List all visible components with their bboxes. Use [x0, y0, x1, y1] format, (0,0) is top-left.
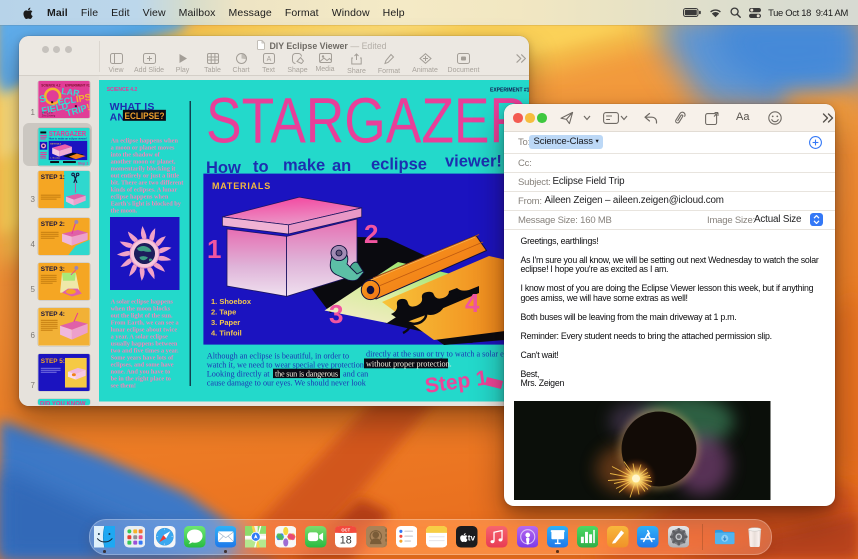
svg-text:An eclipse happens when: An eclipse happens when a moon or planet… — [111, 138, 185, 215]
svg-text:1. Shoebox: 1. Shoebox — [50, 158, 60, 160]
svg-text:2. Tape: 2. Tape — [211, 308, 236, 317]
svg-text:AN: AN — [110, 111, 126, 123]
svg-text:Looking directly at: Looking directly at — [207, 370, 270, 379]
svg-text:Zina Zeiweig: Zina Zeiweig — [42, 114, 56, 117]
svg-text:A: A — [266, 56, 271, 63]
svg-text:1. Shoebox: 1. Shoebox — [211, 297, 252, 306]
svg-text:watch it, we need to wear spec: watch it, we need to wear special eye pr… — [207, 361, 366, 370]
svg-text:DID YOU KNOW: DID YOU KNOW — [40, 402, 86, 406]
svg-text:directly at the sun or try to: directly at the sun or try to watch a so… — [366, 350, 516, 359]
svg-text:STEP 1:: STEP 1: — [41, 173, 65, 180]
svg-text:cause damage to our eyes. We s: cause damage to our eyes. We should neve… — [207, 379, 367, 388]
svg-text:A solar eclipse happens: A solar eclipse happens when the moon bl… — [111, 299, 181, 390]
svg-text:MATERIALS: MATERIALS — [212, 181, 271, 191]
svg-text:tv: tv — [468, 532, 476, 542]
svg-text:ECLIPSE?: ECLIPSE? — [125, 111, 165, 122]
svg-text:OCT: OCT — [342, 527, 351, 532]
svg-text:4: 4 — [465, 288, 480, 318]
svg-text:SCIENCE 4.2: SCIENCE 4.2 — [41, 83, 60, 87]
svg-text:MATERIALS: MATERIALS — [50, 142, 62, 145]
svg-text:STEP 3:: STEP 3: — [41, 265, 65, 272]
svg-text:Step 1: Step 1 — [78, 161, 88, 165]
svg-text:STEP 2:: STEP 2: — [41, 220, 65, 227]
svg-text:3: 3 — [329, 299, 343, 329]
svg-text:2: 2 — [364, 219, 378, 249]
svg-text:the sun is dangerous: the sun is dangerous — [275, 370, 338, 379]
svg-text:STEP 5:: STEP 5: — [41, 357, 65, 364]
svg-text:How to make an eclipse viewer!: How to make an eclipse viewer! — [49, 136, 87, 140]
svg-text:SCIENCE 4.2: SCIENCE 4.2 — [107, 87, 138, 93]
svg-text:STEP 4:: STEP 4: — [41, 311, 65, 318]
svg-text:18: 18 — [340, 535, 352, 547]
svg-text:and can: and can — [343, 370, 368, 379]
svg-text:Although an eclipse is beautif: Although an eclipse is beautiful, in ord… — [207, 352, 349, 361]
svg-text:1: 1 — [207, 234, 221, 264]
svg-text:3. Paper: 3. Paper — [211, 318, 240, 327]
svg-text:without proper protection.: without proper protection. — [366, 360, 452, 369]
svg-text:4. Tinfoil: 4. Tinfoil — [211, 329, 242, 338]
svg-text:STARGAZER: STARGAZER — [206, 85, 528, 157]
